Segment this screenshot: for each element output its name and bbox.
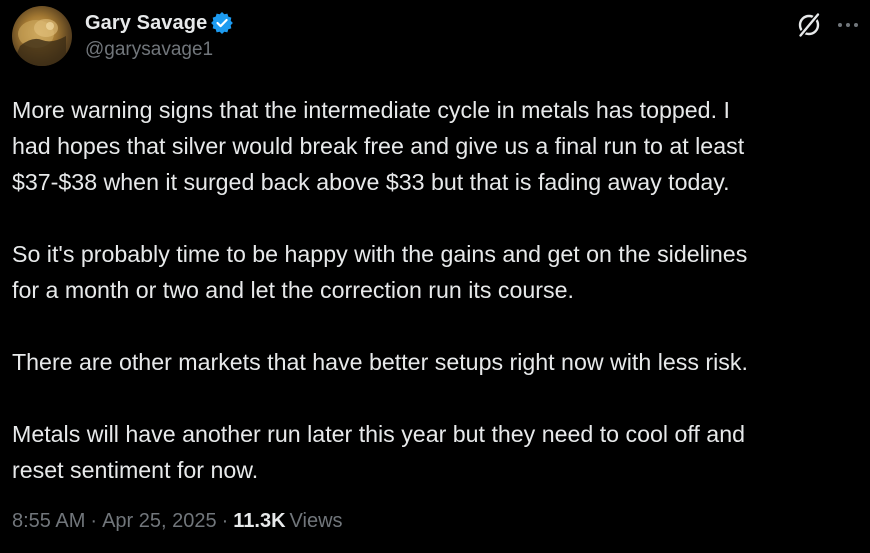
author-info: Gary Savage @garysavage1 bbox=[85, 9, 234, 61]
views-count: 11.3K bbox=[233, 510, 286, 532]
verified-badge-icon[interactable] bbox=[211, 12, 234, 34]
grok-icon[interactable] bbox=[796, 12, 822, 38]
views-label: Views bbox=[289, 510, 343, 532]
tweet-paragraph: More warning signs that the intermediate… bbox=[12, 97, 745, 195]
display-name-row: Gary Savage bbox=[85, 9, 234, 37]
meta-separator: · bbox=[221, 510, 229, 532]
more-options-icon[interactable] bbox=[836, 18, 860, 32]
tweet-paragraph: Metals will have another run later this … bbox=[12, 421, 745, 483]
tweet-time[interactable]: 8:55 AM bbox=[12, 510, 85, 533]
tweet-paragraph: So it's probably time to be happy with t… bbox=[12, 241, 748, 303]
tweet-text: More warning signs that the intermediate… bbox=[12, 92, 862, 488]
display-name[interactable]: Gary Savage bbox=[85, 12, 207, 35]
author-handle[interactable]: @garysavage1 bbox=[85, 39, 233, 61]
meta-separator: · bbox=[90, 510, 98, 532]
tweet-header: Gary Savage @garysavage1 bbox=[12, 6, 860, 66]
profile-avatar[interactable] bbox=[12, 6, 72, 66]
tweet-date[interactable]: Apr 25, 2025 bbox=[102, 510, 217, 533]
tweet: Gary Savage @garysavage1 More warning si… bbox=[0, 0, 870, 553]
tweet-paragraph: There are other markets that have better… bbox=[12, 349, 748, 375]
tweet-metadata: 8:55 AM · Apr 25, 2025 · 11.3K Views bbox=[12, 510, 343, 533]
